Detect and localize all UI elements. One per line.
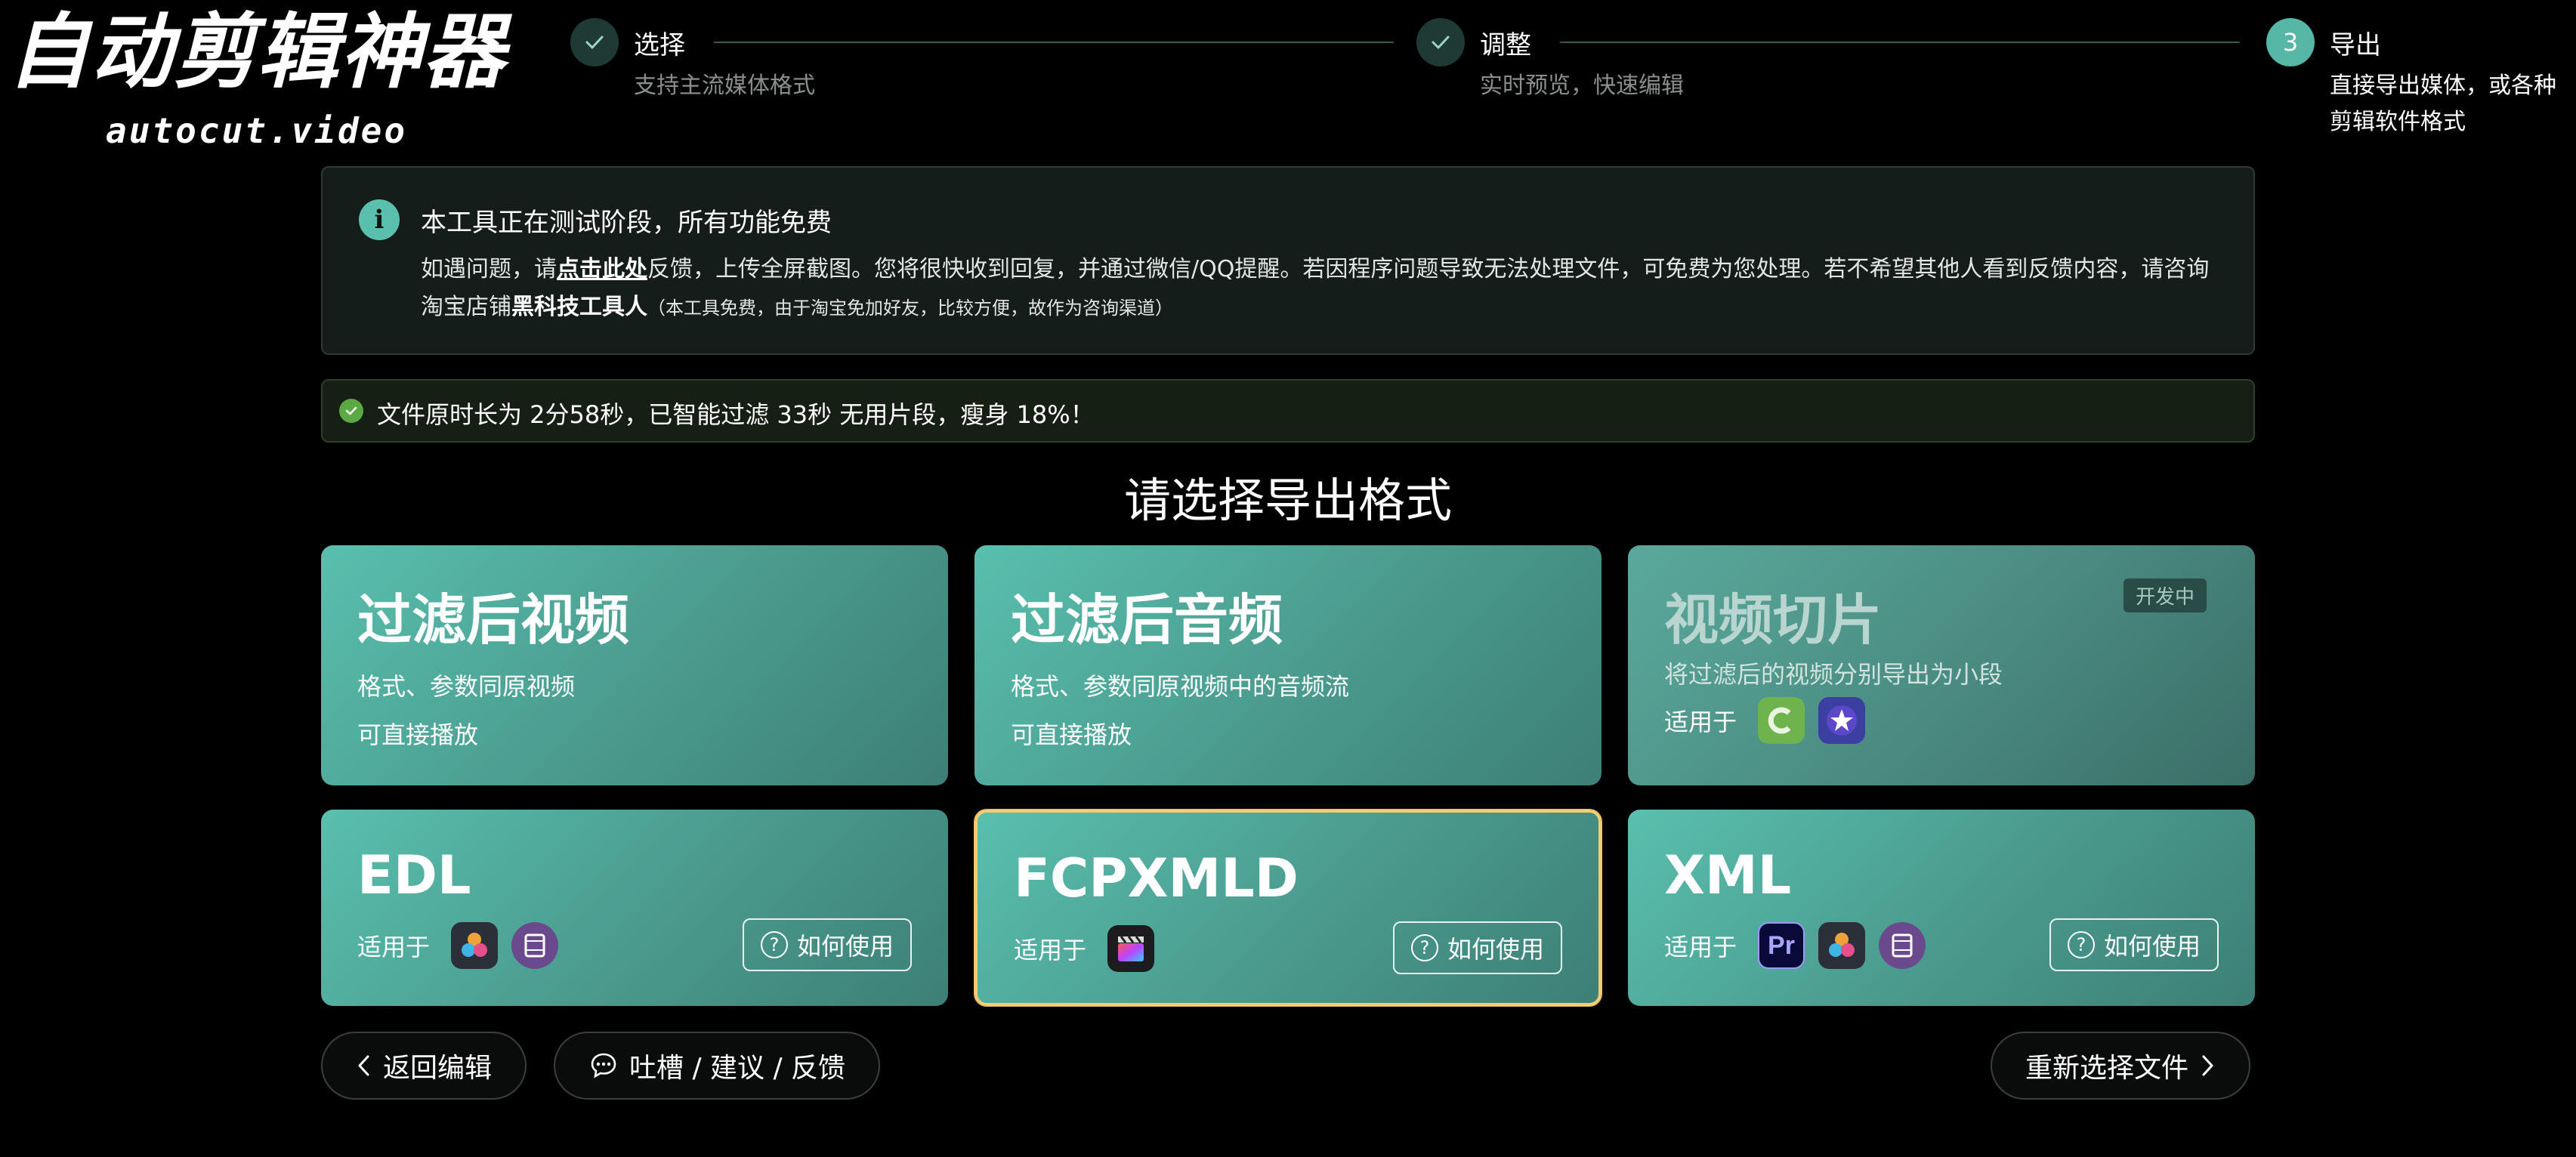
check-icon <box>570 18 619 66</box>
back-label: 返回编辑 <box>383 1053 493 1084</box>
notice-banner: i 本工具正在测试阶段，所有功能免费 如遇问题，请点击此处反馈，上传全屏截图。您… <box>321 166 2255 355</box>
logo-title: 自动剪辑神器 <box>8 5 507 100</box>
step-connector <box>714 42 1394 43</box>
shop-name: 黑科技工具人 <box>511 294 647 320</box>
export-xml-card[interactable]: XML 适用于 Pr ? 如何使用 <box>1628 810 2255 1006</box>
question-icon: ? <box>1410 934 1438 961</box>
how-to-use-label: 如何使用 <box>1447 935 1544 964</box>
card-desc: 可直接播放 <box>357 720 479 749</box>
in-development-badge: 开发中 <box>2123 578 2207 612</box>
step-connector <box>1560 42 2240 43</box>
notice-body: 如遇问题，请点击此处反馈，上传全屏截图。您将很快收到回复，并通过微信/QQ提醒。… <box>421 251 2219 327</box>
step-desc: 实时预览，快速编辑 <box>1480 73 1684 99</box>
card-title: FCPXMLD <box>1014 847 1299 909</box>
section-heading: 请选择导出格式 <box>1123 473 1452 528</box>
how-to-use-button[interactable]: ? 如何使用 <box>1392 921 1562 974</box>
notice-title: 本工具正在测试阶段，所有功能免费 <box>421 208 832 238</box>
step-title: 选择 <box>634 30 685 60</box>
chevron-left-icon <box>358 1055 369 1076</box>
export-fcpxmld-card[interactable]: FCPXMLD 适用于 ? 如何使用 <box>974 810 1602 1006</box>
compatible-apps: 适用于 <box>357 918 559 973</box>
logo: 自动剪辑神器 autocut.video <box>8 5 529 152</box>
filmstrip-app-icon <box>511 922 559 969</box>
check-icon <box>1416 18 1465 66</box>
card-desc: 格式、参数同原视频 <box>357 672 576 701</box>
step-desc: 支持主流媒体格式 <box>634 73 815 99</box>
how-to-use-button[interactable]: ? 如何使用 <box>742 918 912 971</box>
step-number: 3 <box>2266 18 2315 66</box>
logo-subtitle: autocut.video <box>106 110 408 151</box>
fit-label: 适用于 <box>1664 933 1737 961</box>
premiere-pro-icon: Pr <box>1758 922 1805 969</box>
reselect-label: 重新选择文件 <box>2025 1053 2189 1084</box>
step-desc: 直接导出媒体，或各种 剪辑软件格式 <box>2330 68 2556 140</box>
export-audio-card[interactable]: 过滤后音频 格式、参数同原视频中的音频流 可直接播放 <box>974 545 1602 785</box>
how-to-use-label: 如何使用 <box>2103 932 2201 961</box>
notice-text: 如遇问题，请 <box>421 256 557 282</box>
question-icon: ? <box>760 931 788 958</box>
export-slices-card: 视频切片 开发中 将过滤后的视频分别导出为小段 适用于 <box>1628 545 2255 785</box>
fit-label: 适用于 <box>1664 708 1737 736</box>
feedback-button[interactable]: 吐槽 / 建议 / 反馈 <box>554 1032 881 1100</box>
card-desc: 可直接播放 <box>1011 720 1132 749</box>
feedback-link[interactable]: 点击此处 <box>557 256 647 282</box>
card-title: 视频切片 <box>1664 588 1883 652</box>
info-icon: i <box>359 199 400 240</box>
final-cut-pro-icon <box>1107 925 1155 972</box>
camtasia-icon <box>1758 697 1805 744</box>
imovie-icon <box>1818 697 1866 744</box>
card-desc: 格式、参数同原视频中的音频流 <box>1011 672 1350 701</box>
check-circle-icon <box>339 399 363 423</box>
notice-note: （本工具免费，由于淘宝免加好友，比较方便，故作为咨询渠道） <box>647 298 1173 319</box>
fit-label: 适用于 <box>357 933 431 961</box>
step-title: 导出 <box>2330 30 2381 60</box>
success-banner: 文件原时长为 2分58秒，已智能过滤 33秒 无用片段，瘦身 18%！ <box>321 379 2255 443</box>
progress-steps: 选择 支持主流媒体格式 调整 实时预览，快速编辑 3 导出 直接导出媒体，或各种… <box>570 15 2572 143</box>
reselect-file-button[interactable]: 重新选择文件 <box>1991 1032 2251 1100</box>
davinci-resolve-icon <box>1818 922 1866 969</box>
question-icon: ? <box>2067 931 2095 958</box>
card-title: 过滤后视频 <box>357 588 630 652</box>
export-video-card[interactable]: 过滤后视频 格式、参数同原视频 可直接播放 <box>321 545 948 785</box>
davinci-resolve-icon <box>451 922 499 969</box>
filmstrip-app-icon <box>1879 922 1926 969</box>
card-title: 过滤后音频 <box>1011 588 1283 652</box>
step-title: 调整 <box>1480 30 1531 60</box>
back-to-edit-button[interactable]: 返回编辑 <box>321 1032 527 1100</box>
success-text: 文件原时长为 2分58秒，已智能过滤 33秒 无用片段，瘦身 18%！ <box>377 400 1095 429</box>
how-to-use-button[interactable]: ? 如何使用 <box>2049 918 2219 971</box>
step-desc-line: 剪辑软件格式 <box>2330 109 2466 135</box>
step-desc-line: 直接导出媒体，或各种 <box>2330 73 2556 99</box>
card-desc: 将过滤后的视频分别导出为小段 <box>1664 660 2003 689</box>
feedback-label: 吐槽 / 建议 / 反馈 <box>629 1053 846 1084</box>
card-title: XML <box>1664 844 1792 906</box>
compatible-apps: 适用于 Pr <box>1664 918 1926 973</box>
compatible-apps: 适用于 <box>1664 693 1866 748</box>
how-to-use-label: 如何使用 <box>796 932 894 961</box>
chat-bubble-icon <box>591 1053 616 1078</box>
fit-label: 适用于 <box>1014 936 1087 964</box>
chevron-right-icon <box>2202 1055 2213 1076</box>
card-title: EDL <box>357 844 471 906</box>
export-edl-card[interactable]: EDL 适用于 ? 如何使用 <box>321 810 948 1006</box>
compatible-apps: 适用于 <box>1014 921 1155 976</box>
